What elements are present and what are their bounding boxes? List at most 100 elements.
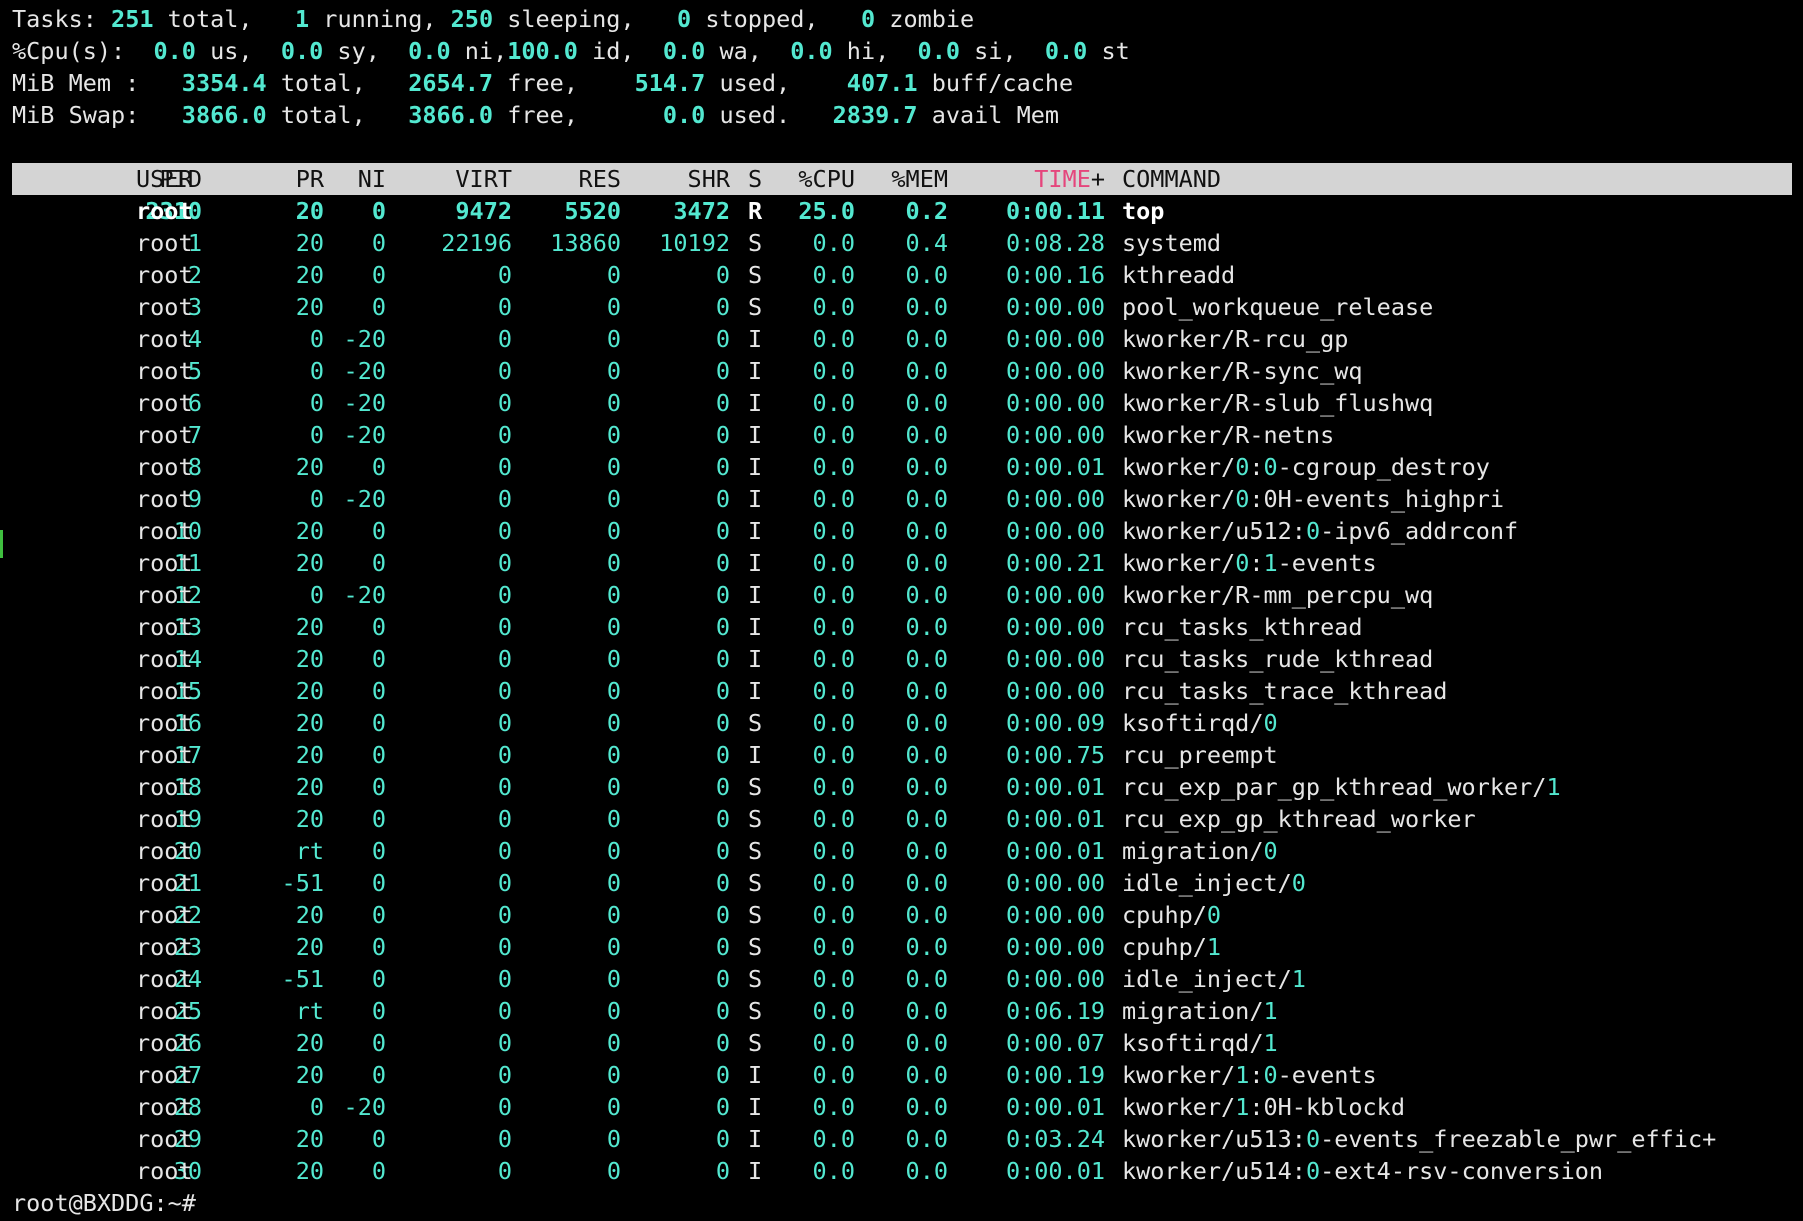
table-row[interactable]: 10 root 20 0 0 0 0 I 0.0 0.0 0:00.00 kworker/u512:0…: [12, 515, 1792, 547]
cell-command: systemd: [1122, 227, 1221, 259]
table-row[interactable]: 11 root 20 0 0 0 0 I 0.0 0.0 0:00.21 kworker/0:1-ev…: [12, 547, 1792, 579]
cell-pr: 20: [295, 645, 324, 673]
table-row[interactable]: 16 root 20 0 0 0 0 S 0.0 0.0 0:00.09 ksoftirqd/0: [12, 707, 1792, 739]
cell-ni: -20: [343, 357, 386, 385]
cell-user: root: [136, 933, 193, 961]
cell-s: S: [748, 805, 763, 833]
cell-shr: 0: [715, 805, 730, 833]
cell-cpu: 0.0: [812, 901, 855, 929]
table-row[interactable]: 28 root 0 -20 0 0 0 I 0.0 0.0 0:00.01 kworker/1:0H-…: [12, 1091, 1792, 1123]
table-row[interactable]: 7 root 0 -20 0 0 0 I 0.0 0.0 0:00.00 kworker/R-netn…: [12, 419, 1792, 451]
cell-time: 0:00.01: [1005, 773, 1105, 801]
table-row[interactable]: 2 root 20 0 0 0 0 S 0.0 0.0 0:00.16 kthreadd: [12, 259, 1792, 291]
cell-ni: 0: [371, 293, 386, 321]
cell-user: root: [136, 325, 193, 353]
table-row[interactable]: 29 root 20 0 0 0 0 I 0.0 0.0 0:03.24 kworker/u513:0…: [12, 1123, 1792, 1155]
table-row[interactable]: 24 root -51 0 0 0 0 S 0.0 0.0 0:00.00 idle_inject/1: [12, 963, 1792, 995]
table-row[interactable]: 5 root 0 -20 0 0 0 I 0.0 0.0 0:00.00 kworker/R-sync…: [12, 355, 1792, 387]
command-part: -ipv6_addrconf: [1320, 517, 1519, 545]
shell-prompt[interactable]: root@BXDDG:~#: [12, 1187, 196, 1219]
table-row[interactable]: 21 root -51 0 0 0 0 S 0.0 0.0 0:00.00 idle_inject/0: [12, 867, 1792, 899]
cell-command: kthreadd: [1122, 259, 1235, 291]
table-row[interactable]: 18 root 20 0 0 0 0 S 0.0 0.0 0:00.01 rcu_exp_par_gp…: [12, 771, 1792, 803]
cell-mem: 0.0: [905, 677, 948, 705]
cell-s: I: [748, 1061, 763, 1089]
cell-pr: 20: [295, 613, 324, 641]
cell-res: 0: [606, 933, 621, 961]
command-part: -ext4-rsv-conversion: [1320, 1157, 1604, 1185]
cell-mem: 0.0: [905, 773, 948, 801]
cell-virt: 0: [497, 933, 512, 961]
cell-user: root: [136, 485, 193, 513]
cell-mem: 0.0: [905, 517, 948, 545]
command-part: kworker/: [1122, 485, 1236, 513]
table-row[interactable]: 13 root 20 0 0 0 0 I 0.0 0.0 0:00.00 rcu_tasks_kthr…: [12, 611, 1792, 643]
table-row[interactable]: 1 root 20 0 22196 13860 10192 S 0.0 0.4 0:08.28 sys…: [12, 227, 1792, 259]
cell-cpu: 0.0: [812, 773, 855, 801]
cell-cpu: 0.0: [812, 613, 855, 641]
terminal-window[interactable]: Tasks: 251 total, 1 running, 250 sleepin…: [0, 0, 1803, 1221]
cell-cpu: 0.0: [812, 229, 855, 257]
command-part: kworker/R-rcu_gp: [1122, 325, 1349, 353]
table-row[interactable]: 23 root 20 0 0 0 0 S 0.0 0.0 0:00.00 cpuhp/1: [12, 931, 1792, 963]
cell-command: rcu_tasks_trace_kthread: [1122, 675, 1447, 707]
table-row[interactable]: 3 root 20 0 0 0 0 S 0.0 0.0 0:00.00 pool_workqueue_…: [12, 291, 1792, 323]
table-row[interactable]: 6 root 0 -20 0 0 0 I 0.0 0.0 0:00.00 kworker/R-slub…: [12, 387, 1792, 419]
cell-s: I: [748, 1125, 763, 1153]
table-row[interactable]: 8 root 20 0 0 0 0 I 0.0 0.0 0:00.01 kworker/0:0-cgr…: [12, 451, 1792, 483]
cell-user: root: [136, 805, 193, 833]
cell-cpu: 0.0: [812, 517, 855, 545]
column-command: COMMAND: [1122, 165, 1222, 193]
table-row[interactable]: 20 root rt 0 0 0 0 S 0.0 0.0 0:00.01 migration/0: [12, 835, 1792, 867]
cell-mem: 0.0: [905, 485, 948, 513]
table-row[interactable]: 27 root 20 0 0 0 0 I 0.0 0.0 0:00.19 kworker/1:0-ev…: [12, 1059, 1792, 1091]
cell-command: kworker/0:1-events: [1122, 547, 1377, 579]
command-part: 0: [1305, 1125, 1321, 1153]
cell-time: 0:00.00: [1005, 965, 1105, 993]
command-part: rcu_preempt: [1122, 741, 1278, 769]
table-row[interactable]: 25 root rt 0 0 0 0 S 0.0 0.0 0:06.19 migration/1: [12, 995, 1792, 1027]
table-row[interactable]: 14 root 20 0 0 0 0 I 0.0 0.0 0:00.00 rcu_tasks_rude…: [12, 643, 1792, 675]
cell-shr: 10192: [659, 229, 730, 257]
cell-ni: 0: [371, 549, 386, 577]
cell-res: 0: [606, 613, 621, 641]
cell-pr: 20: [295, 453, 324, 481]
cell-user: root: [136, 645, 193, 673]
table-row[interactable]: 19 root 20 0 0 0 0 S 0.0 0.0 0:00.01 rcu_exp_gp_kth…: [12, 803, 1792, 835]
command-part: rcu_tasks_kthread: [1122, 613, 1363, 641]
table-row[interactable]: 30 root 20 0 0 0 0 I 0.0 0.0 0:00.01 kworker/u514:0…: [12, 1155, 1792, 1187]
cell-time: 0:00.16: [1005, 261, 1105, 289]
cell-cpu: 0.0: [812, 965, 855, 993]
command-part: 0: [1235, 485, 1250, 513]
cell-s: S: [748, 773, 763, 801]
table-row[interactable]: 2310 root 20 0 9472 5520 3472 R 25.0 0.2 0:00.11 to…: [12, 195, 1792, 227]
cell-virt: 0: [497, 581, 512, 609]
cell-pr: 20: [295, 773, 324, 801]
command-part: rcu_tasks_rude_kthread: [1122, 645, 1434, 673]
command-part: -events_freezable_pwr_effic+: [1320, 1125, 1717, 1153]
command-part: 1: [1263, 1029, 1278, 1057]
cell-s: I: [748, 357, 763, 385]
cell-mem: 0.0: [905, 261, 948, 289]
table-row[interactable]: 22 root 20 0 0 0 0 S 0.0 0.0 0:00.00 cpuhp/0: [12, 899, 1792, 931]
cell-ni: -20: [343, 1093, 386, 1121]
cell-cpu: 0.0: [812, 933, 855, 961]
table-row[interactable]: 9 root 0 -20 0 0 0 I 0.0 0.0 0:00.00 kworker/0:0H-e…: [12, 483, 1792, 515]
cell-ni: 0: [371, 613, 386, 641]
table-row[interactable]: 26 root 20 0 0 0 0 S 0.0 0.0 0:00.07 ksoftirqd/1: [12, 1027, 1792, 1059]
table-row[interactable]: 12 root 0 -20 0 0 0 I 0.0 0.0 0:00.00 kworker/R-mm_…: [12, 579, 1792, 611]
cell-shr: 0: [715, 581, 730, 609]
cell-command: kworker/R-slub_flushwq: [1122, 387, 1433, 419]
cell-pr: 0: [309, 325, 324, 353]
table-row[interactable]: 17 root 20 0 0 0 0 I 0.0 0.0 0:00.75 rcu_preempt: [12, 739, 1792, 771]
table-row[interactable]: 4 root 0 -20 0 0 0 I 0.0 0.0 0:00.00 kworker/R-rcu_…: [12, 323, 1792, 355]
cell-command: idle_inject/1: [1122, 963, 1306, 995]
command-part: 0: [1235, 453, 1250, 481]
cell-cpu: 0.0: [812, 869, 855, 897]
cell-ni: 0: [371, 933, 386, 961]
cell-cpu: 0.0: [812, 645, 855, 673]
table-row[interactable]: 15 root 20 0 0 0 0 I 0.0 0.0 0:00.00 rcu_tasks_trac…: [12, 675, 1792, 707]
cell-shr: 0: [715, 549, 730, 577]
cell-time: 0:00.01: [1005, 1093, 1105, 1121]
cell-shr: 0: [715, 965, 730, 993]
